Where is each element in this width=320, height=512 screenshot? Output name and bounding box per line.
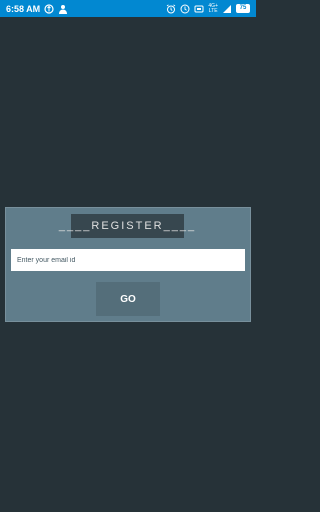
person-icon: [58, 4, 68, 14]
register-card: ____REGISTER____ GO: [5, 207, 251, 322]
network-icon: 4G+ LTE: [208, 3, 218, 14]
alarm-icon: [166, 3, 176, 14]
email-input[interactable]: [11, 249, 245, 271]
data-saver-icon: [44, 3, 54, 14]
status-left: 6:58 AM: [6, 4, 68, 14]
battery-icon: 75: [236, 4, 250, 13]
battery-level: 75: [239, 5, 247, 11]
status-time: 6:58 AM: [6, 3, 41, 14]
go-button[interactable]: GO: [96, 282, 160, 316]
clock-icon: [180, 4, 190, 14]
status-bar: 6:58 AM 4G+ LTE 75: [0, 0, 256, 17]
status-right: 4G+ LTE 75: [166, 3, 250, 14]
signal-icon: [222, 4, 232, 14]
sim-icon: [194, 4, 204, 14]
network-bottom-label: LTE: [208, 7, 218, 14]
register-title: ____REGISTER____: [59, 214, 194, 238]
